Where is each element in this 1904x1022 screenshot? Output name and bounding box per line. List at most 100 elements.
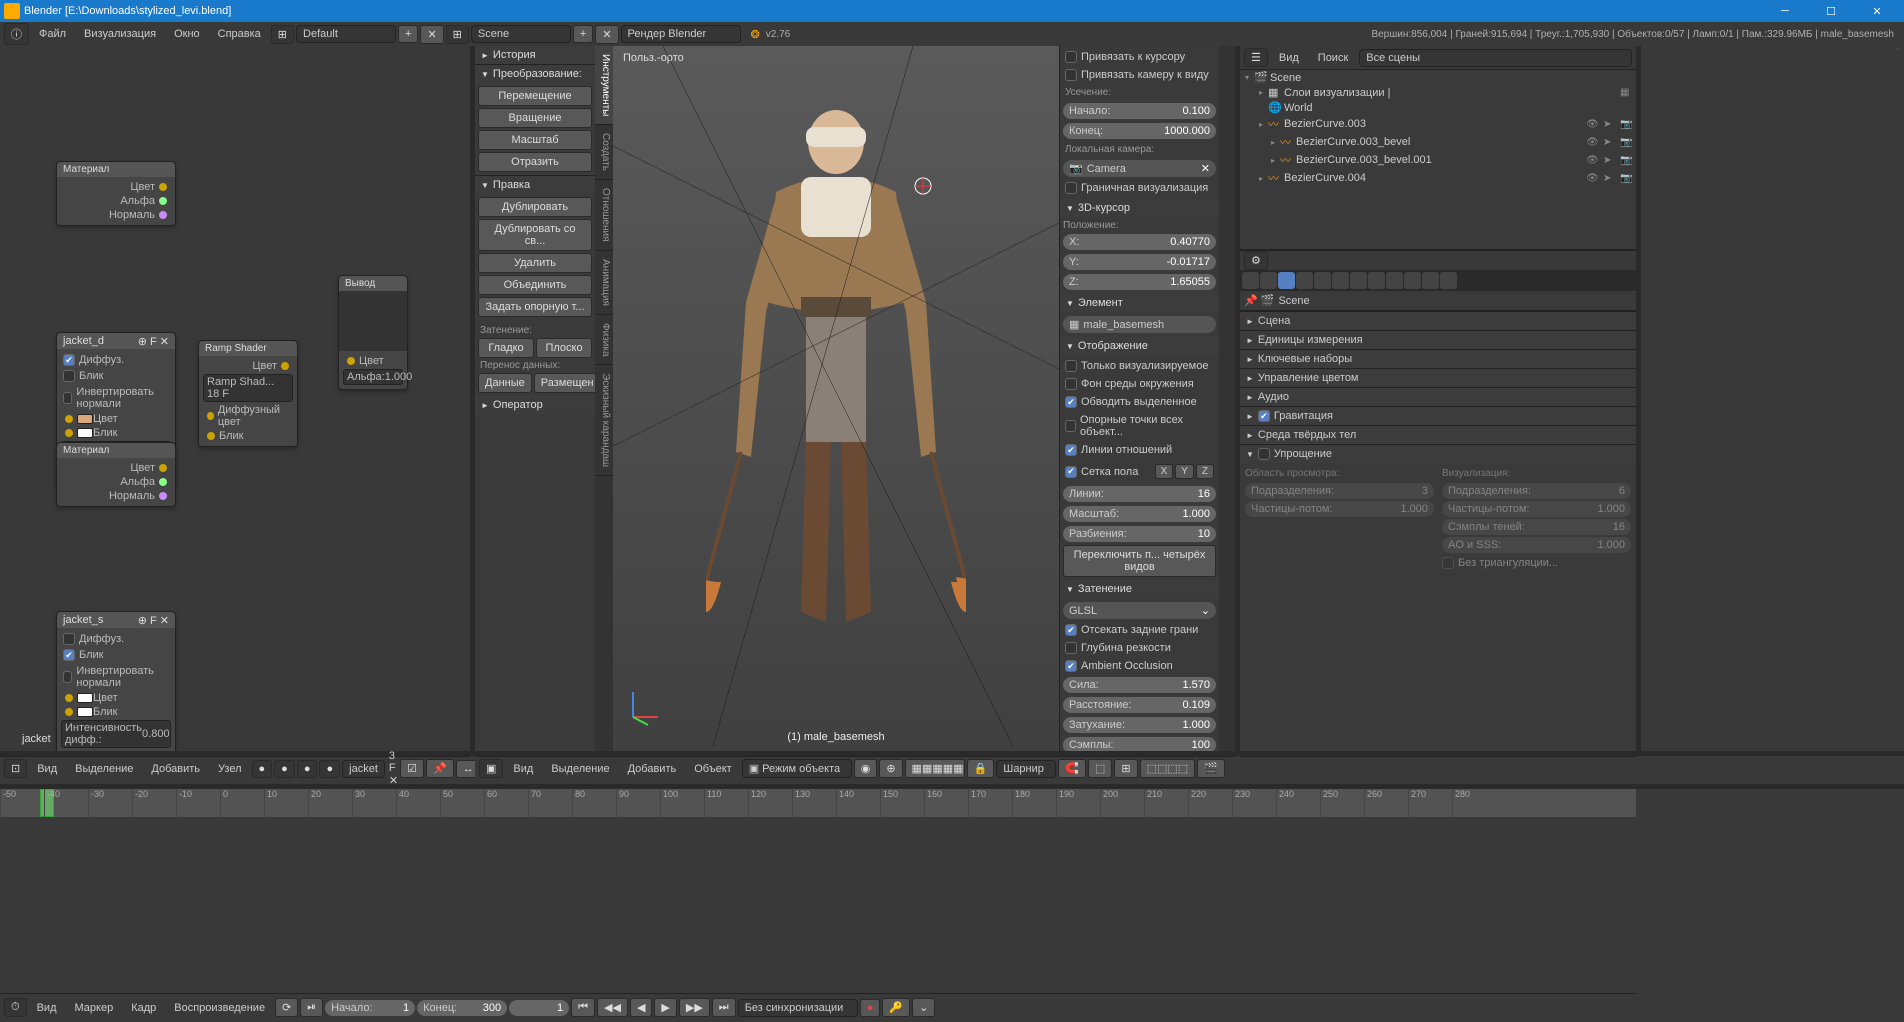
shading-mode[interactable]: GLSL⌄ — [1063, 602, 1216, 619]
tab-grease[interactable]: Эскизный карандаш — [595, 365, 613, 476]
node-material-2[interactable]: Материал Цвет Альфа Нормаль — [56, 442, 176, 507]
outliner-row[interactable]: ▸〰BezierCurve.003_bevel👁➤📷 — [1240, 133, 1636, 151]
tab-create[interactable]: Создать — [595, 125, 613, 180]
panel-history[interactable]: История — [475, 46, 595, 64]
panel-rigidbody[interactable]: Среда твёрдых тел — [1240, 425, 1636, 444]
panel-simplify[interactable]: Упрощение — [1240, 444, 1636, 463]
tab-constraints[interactable] — [1332, 272, 1349, 289]
tab-material[interactable] — [1386, 272, 1403, 289]
panel-3d-cursor[interactable]: 3D-курсор — [1060, 199, 1219, 217]
editor-type-outliner[interactable]: ☰ — [1244, 48, 1268, 67]
node-output[interactable]: Вывод Цвет Альфа:1.000 — [338, 275, 408, 390]
scale-button[interactable]: Масштаб — [478, 130, 592, 150]
tab-animation[interactable]: Анимация — [595, 251, 613, 315]
current-frame[interactable]: 1 — [509, 1000, 569, 1016]
clip-end[interactable]: Конец:1000.000 — [1063, 123, 1216, 139]
tab-render-layers[interactable] — [1260, 272, 1277, 289]
layers[interactable]: ▦▦▦▦▦ — [905, 759, 965, 778]
play-icon[interactable]: ▶ — [654, 998, 676, 1017]
editor-type-timeline[interactable]: ⏱ — [4, 998, 27, 1017]
tab-modifiers[interactable] — [1350, 272, 1367, 289]
join-button[interactable]: Объединить — [478, 275, 592, 295]
splitter-v3[interactable] — [1636, 46, 1641, 751]
outliner-view-menu[interactable]: Вид — [1271, 50, 1307, 66]
translate-button[interactable]: Перемещение — [478, 86, 592, 106]
layout-add[interactable]: + — [398, 25, 418, 43]
layout-select[interactable]: Default — [296, 25, 396, 43]
tab-object[interactable] — [1314, 272, 1331, 289]
tab-render[interactable] — [1242, 272, 1259, 289]
shade-flat-button[interactable]: Плоско — [536, 338, 592, 358]
panel-edit[interactable]: Правка — [475, 176, 595, 194]
duplicate-linked-button[interactable]: Дублировать со св... — [478, 219, 592, 251]
delete-button[interactable]: Удалить — [478, 253, 592, 273]
panel-display[interactable]: Отображение — [1060, 337, 1219, 355]
tab-data[interactable] — [1368, 272, 1385, 289]
outliner-row[interactable]: 🌐World — [1240, 100, 1636, 115]
duplicate-button[interactable]: Дублировать — [478, 197, 592, 217]
outliner-search-menu[interactable]: Поиск — [1310, 50, 1356, 66]
material-field[interactable]: jacket — [342, 760, 385, 778]
menu-render[interactable]: Визуализация — [76, 26, 164, 42]
panel-units[interactable]: Единицы измерения — [1240, 330, 1636, 349]
set-origin-button[interactable]: Задать опорную т... — [478, 297, 592, 317]
3d-viewport[interactable]: Польз.-орто — [613, 46, 1059, 751]
cursor-x[interactable]: X:0.40770 — [1063, 234, 1216, 250]
layout-browse-button[interactable]: ⊞ — [271, 25, 294, 44]
scene-remove[interactable]: ✕ — [595, 25, 618, 44]
tab-physics[interactable]: Физика — [595, 315, 613, 366]
use-nodes[interactable]: ☑ — [400, 759, 424, 778]
play-reverse-icon[interactable]: ◀ — [630, 998, 652, 1017]
shading-mode-btn[interactable]: ◉ — [854, 759, 878, 778]
jump-start-icon[interactable]: ⏮ — [571, 998, 595, 1017]
outliner-row[interactable]: ▸〰BezierCurve.004👁➤📷 — [1240, 169, 1636, 187]
frame-end[interactable]: Конец:300 — [417, 1000, 507, 1016]
tab-scene[interactable] — [1278, 272, 1295, 289]
timeline-ruler[interactable]: -50-40-30-20-100102030405060708090100110… — [0, 789, 1636, 817]
local-camera-field[interactable]: 📷Camera✕ — [1063, 160, 1216, 177]
panel-audio[interactable]: Аудио — [1240, 387, 1636, 406]
panel-operator[interactable]: Оператор — [475, 396, 595, 414]
sync-mode[interactable]: Без синхронизации — [738, 999, 858, 1017]
close-button[interactable]: ✕ — [1854, 0, 1900, 22]
scene-browse-button[interactable]: ⊞ — [446, 25, 469, 44]
menu-file[interactable]: Файл — [31, 26, 74, 42]
maximize-button[interactable]: ☐ — [1808, 0, 1854, 22]
editor-type-3dview[interactable]: ▣ — [479, 759, 503, 778]
pin-button[interactable]: 📌 — [426, 759, 454, 778]
auto-key-icon[interactable]: ● — [860, 999, 881, 1017]
tab-relations[interactable]: Отношения — [595, 180, 613, 251]
render-engine[interactable]: Рендер Blender — [621, 25, 741, 43]
node-jacket-s[interactable]: jacket_s⊕ F ✕ Диффуз. ✔Блик Инвертироват… — [56, 611, 176, 751]
axis-x[interactable]: X — [1155, 464, 1174, 479]
tab-texture[interactable] — [1404, 272, 1421, 289]
tab-physics[interactable] — [1440, 272, 1457, 289]
jump-end-icon[interactable]: ⏭ — [712, 998, 736, 1017]
render-border[interactable]: Граничная визуализация — [1081, 182, 1208, 194]
shade-smooth-button[interactable]: Гладко — [478, 338, 534, 358]
tab-world[interactable] — [1296, 272, 1313, 289]
mirror-button[interactable]: Отразить — [478, 152, 592, 172]
mode-select[interactable]: ▣ Режим объекта — [742, 759, 852, 778]
outliner-row-scene[interactable]: ▾🎬Scene — [1240, 70, 1636, 85]
outliner[interactable]: ▾🎬Scene ▸▦Слои визуализации | ▦ 🌐World ▸… — [1240, 70, 1636, 250]
tab-particles[interactable] — [1422, 272, 1439, 289]
toggle-quad-view[interactable]: Переключить п... четырёх видов — [1063, 545, 1216, 577]
prev-key-icon[interactable]: ◀◀ — [597, 998, 628, 1017]
editor-type-info[interactable]: ⓘ — [4, 23, 29, 45]
panel-gravity[interactable]: ✔Гравитация — [1240, 406, 1636, 425]
outliner-row[interactable]: ▸〰BezierCurve.003_bevel.001👁➤📷 — [1240, 151, 1636, 169]
item-name-field[interactable]: ▦male_basemesh — [1063, 316, 1216, 333]
n-panel-scrollbar[interactable] — [1219, 46, 1235, 751]
axis-y[interactable]: Y — [1175, 464, 1194, 479]
node-ramp-shader[interactable]: Ramp Shader Цвет Ramp Shad... 18 F Диффу… — [198, 340, 298, 447]
frame-start[interactable]: Начало:1 — [325, 1000, 415, 1016]
layout-button[interactable]: Размещен — [534, 373, 595, 393]
render-button[interactable]: 🎬 — [1197, 759, 1225, 778]
node-material-1[interactable]: Материал Цвет Альфа Нормаль — [56, 161, 176, 226]
panel-scene[interactable]: Сцена — [1240, 311, 1636, 330]
editor-type-props[interactable]: ⚙ — [1244, 251, 1268, 270]
menu-help[interactable]: Справка — [210, 26, 269, 42]
cursor-y[interactable]: Y:-0.01717 — [1063, 254, 1216, 270]
editor-type-node[interactable]: ⊡ — [4, 759, 27, 778]
